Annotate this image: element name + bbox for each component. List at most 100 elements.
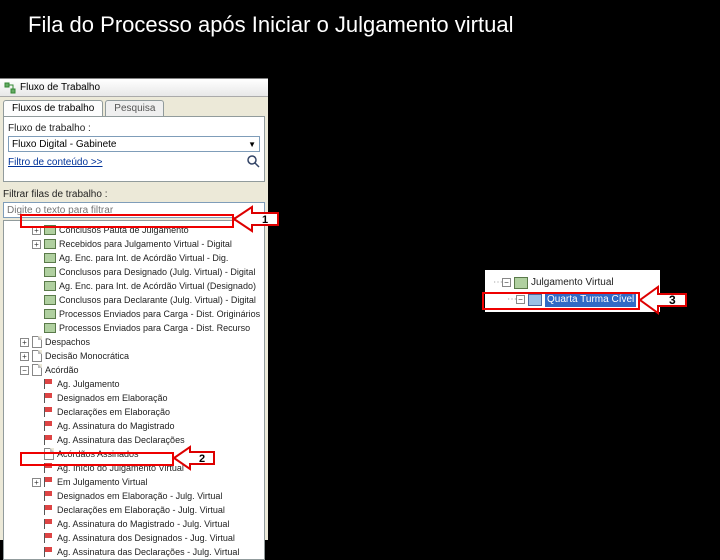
inset-panel: ⋯ − Julgamento Virtual ⋯ − Quarta Turma … (485, 270, 660, 312)
tree-node-label: Conclusos para Designado (Julg. Virtual)… (59, 265, 255, 279)
folder-icon (514, 277, 528, 289)
tree-node[interactable]: Conclusos para Designado (Julg. Virtual)… (4, 265, 264, 279)
workflow-panel: Fluxo de trabalho : Fluxo Digital - Gabi… (3, 116, 265, 182)
tree-node[interactable]: Ag. Início do Julgamento Virtual (4, 461, 264, 475)
tree-node[interactable]: Ag. Assinatura das Declarações (4, 433, 264, 447)
expander-minus-icon[interactable]: − (516, 295, 525, 304)
slide-title: Fila do Processo após Iniciar o Julgamen… (0, 0, 720, 56)
folder-icon (44, 281, 56, 291)
tree-node[interactable]: Ag. Assinatura das Declarações - Julg. V… (4, 545, 264, 559)
page-icon (32, 364, 42, 376)
tree-node-label: Conclusos Pauta de Julgamento (59, 223, 189, 237)
tree-node-label: Em Julgamento Virtual (57, 475, 147, 489)
flag-icon (44, 477, 54, 487)
folder-icon (528, 294, 542, 306)
tree-node-label: Acórdãos Assinados (57, 447, 139, 461)
folder-icon (44, 225, 56, 235)
tree-node-label: Declarações em Elaboração (57, 405, 170, 419)
flag-icon (44, 435, 54, 445)
flow-combo[interactable]: Fluxo Digital - Gabinete ▼ (8, 136, 260, 152)
window-titlebar: Fluxo de Trabalho (0, 79, 268, 97)
tree-node-label: Designados em Elaboração (57, 391, 168, 405)
search-icon[interactable] (246, 154, 260, 168)
callout-number-3: 3 (669, 293, 676, 307)
tree-node-label: Ag. Assinatura dos Designados - Jug. Vir… (57, 531, 235, 545)
page-icon (32, 336, 42, 348)
expander-plus-icon[interactable]: + (20, 352, 29, 361)
tree-node-label: Ag. Assinatura das Declarações (57, 433, 185, 447)
flow-label: Fluxo de trabalho : (8, 123, 260, 134)
flag-icon (44, 379, 54, 389)
flag-icon (44, 505, 54, 515)
flag-icon (44, 491, 54, 501)
expander-plus-icon[interactable]: + (32, 478, 41, 487)
tree-node[interactable]: Ag. Assinatura dos Designados - Jug. Vir… (4, 531, 264, 545)
flag-icon (44, 407, 54, 417)
tree-node[interactable]: + Conclusos Pauta de Julgamento (4, 223, 264, 237)
content-filter-link[interactable]: Filtro de conteúdo >> (8, 157, 103, 168)
folder-icon (44, 253, 56, 263)
tree-node[interactable]: Acórdãos Assinados (4, 447, 264, 461)
tree-node[interactable]: Designados em Elaboração - Julg. Virtual (4, 489, 264, 503)
flag-icon (44, 533, 54, 543)
inset-label-selected: Quarta Turma Cível (545, 293, 636, 307)
tree-node-label: Declarações em Elaboração - Julg. Virtua… (57, 503, 225, 517)
workflow-tree[interactable]: + Conclusos Pauta de Julgamento + Recebidos… (3, 220, 265, 560)
workflow-window: Fluxo de Trabalho Fluxos de trabalho Pes… (0, 78, 268, 540)
filter-input[interactable] (3, 202, 265, 218)
tree-node-label: Ag. Assinatura do Magistrado - Julg. Vir… (57, 517, 229, 531)
filter-queues-label: Filtrar filas de trabalho : (3, 189, 265, 200)
expander-minus-icon[interactable]: − (502, 278, 511, 287)
tree-node[interactable]: Designados em Elaboração (4, 391, 264, 405)
tree-node[interactable]: Processos Enviados para Carga - Dist. Re… (4, 321, 264, 335)
tree-node[interactable]: Ag. Enc. para Int. de Acórdão Virtual - … (4, 251, 264, 265)
tree-node[interactable]: Processos Enviados para Carga - Dist. Or… (4, 307, 264, 321)
tree-node[interactable]: + Recebidos para Julgamento Virtual - Dig… (4, 237, 264, 251)
expander-minus-icon[interactable]: − (20, 366, 29, 375)
inset-label: Julgamento Virtual (531, 276, 614, 290)
tree-node[interactable]: Declarações em Elaboração - Julg. Virtua… (4, 503, 264, 517)
tree-node-label: Processos Enviados para Carga - Dist. Re… (59, 321, 250, 335)
tree-node[interactable]: + Despachos (4, 335, 264, 349)
tree-node[interactable]: + Em Julgamento Virtual (4, 475, 264, 489)
folder-icon (44, 295, 56, 305)
tree-node-label: Ag. Enc. para Int. de Acórdão Virtual (D… (59, 279, 256, 293)
tree-node-label: Recebidos para Julgamento Virtual - Digi… (59, 237, 232, 251)
folder-icon (44, 267, 56, 277)
tree-node-label: Despachos (45, 335, 90, 349)
tab-workflows[interactable]: Fluxos de trabalho (3, 100, 103, 116)
flag-icon (44, 393, 54, 403)
tree-node[interactable]: Ag. Julgamento (4, 377, 264, 391)
flag-icon (44, 463, 54, 473)
page-icon (44, 448, 54, 460)
expander-plus-icon[interactable]: + (32, 240, 41, 249)
tree-node[interactable]: Declarações em Elaboração (4, 405, 264, 419)
tree-node[interactable]: Conclusos para Declarante (Julg. Virtual… (4, 293, 264, 307)
tree-node[interactable]: Ag. Assinatura do Magistrado (4, 419, 264, 433)
tree-node-label: Conclusos para Declarante (Julg. Virtual… (59, 293, 256, 307)
tree-node[interactable]: −Acórdão (4, 363, 264, 377)
flag-icon (44, 421, 54, 431)
tree-node-label: Decisão Monocrática (45, 349, 129, 363)
tree-node-label: Ag. Assinatura do Magistrado (57, 419, 175, 433)
tab-search[interactable]: Pesquisa (105, 100, 164, 116)
tree-node-label: Designados em Elaboração - Julg. Virtual (57, 489, 222, 503)
expander-plus-icon[interactable]: + (20, 338, 29, 347)
flag-icon (44, 519, 54, 529)
inset-item[interactable]: ⋯ − Julgamento Virtual (489, 274, 656, 291)
folder-icon (44, 323, 56, 333)
page-icon (32, 350, 42, 362)
folder-icon (44, 309, 56, 319)
tree-node-label: Ag. Julgamento (57, 377, 120, 391)
inset-item-selected[interactable]: ⋯ − Quarta Turma Cível (489, 291, 656, 308)
chevron-down-icon: ▼ (248, 140, 256, 149)
flow-combo-value: Fluxo Digital - Gabinete (12, 139, 117, 150)
expander-plus-icon[interactable]: + (32, 226, 41, 235)
tree-node[interactable]: Ag. Enc. para Int. de Acórdão Virtual (D… (4, 279, 264, 293)
window-title: Fluxo de Trabalho (20, 82, 100, 93)
workflow-icon (4, 82, 16, 94)
tree-node[interactable]: + Decisão Monocrática (4, 349, 264, 363)
tree-node-label: Processos Enviados para Carga - Dist. Or… (59, 307, 260, 321)
tree-node[interactable]: Ag. Assinatura do Magistrado - Julg. Vir… (4, 517, 264, 531)
tree-node-label: Ag. Enc. para Int. de Acórdão Virtual - … (59, 251, 228, 265)
